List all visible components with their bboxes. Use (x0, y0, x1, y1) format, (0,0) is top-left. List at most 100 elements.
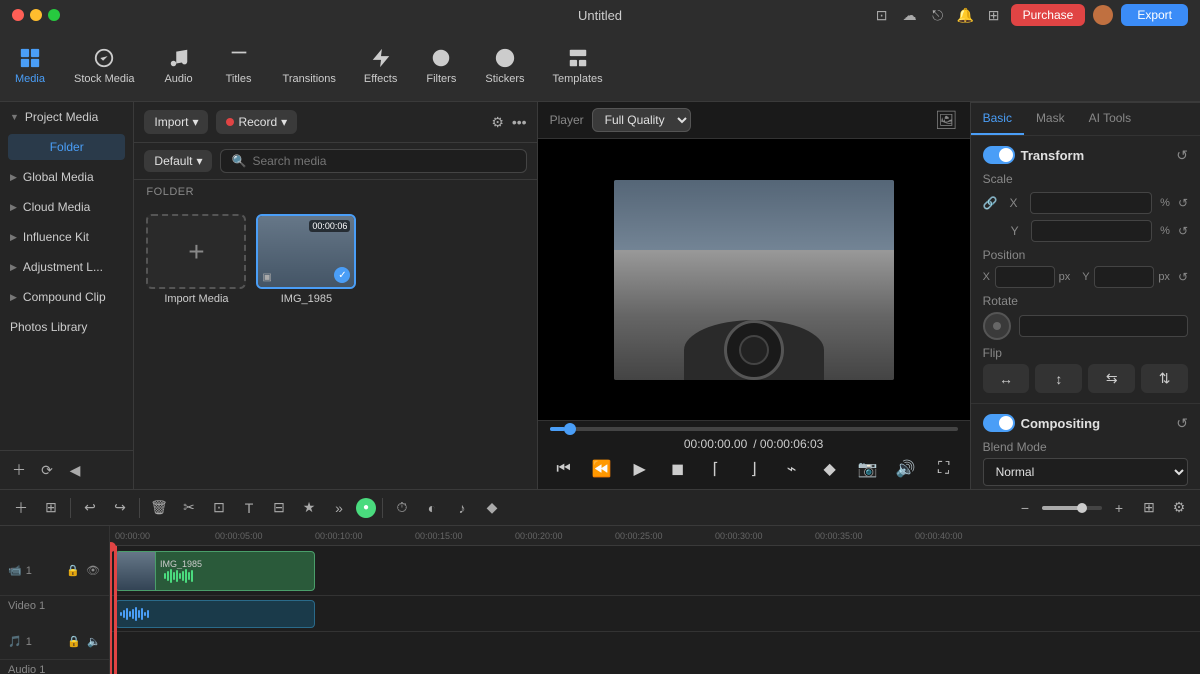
link-icon[interactable]: ⟳ (36, 459, 58, 481)
volume-button[interactable]: 🔊 (892, 455, 920, 483)
toolbar-item-filters[interactable]: Filters (411, 39, 471, 93)
more-icon[interactable]: ••• (512, 114, 527, 131)
bell-icon[interactable]: 🔔 (957, 6, 975, 24)
color-button[interactable]: ◐ (419, 495, 445, 521)
import-media-thumb[interactable]: + (146, 214, 246, 289)
plus-zoom-button[interactable]: + (1106, 495, 1132, 521)
quality-select[interactable]: Full Quality (592, 108, 691, 132)
pos-x-input[interactable]: 0.00 (995, 266, 1055, 288)
delete-button[interactable]: 🗑 (146, 495, 172, 521)
toolbar-item-transitions[interactable]: Transitions (269, 39, 350, 93)
subtab-basic[interactable]: Basic (971, 103, 1024, 135)
scale-x-input[interactable]: 100.00 (1030, 192, 1153, 214)
zoom-slider[interactable] (1042, 506, 1102, 510)
minimize-button[interactable] (30, 9, 42, 21)
keyframe-button[interactable]: ◆ (479, 495, 505, 521)
close-button[interactable] (12, 9, 24, 21)
record-timeline-button[interactable]: ● (356, 498, 376, 518)
compositing-toggle[interactable] (983, 414, 1015, 432)
apps-icon[interactable]: ⊞ (985, 6, 1003, 24)
export-button[interactable]: Export (1121, 4, 1188, 26)
flip-v-mirror-button[interactable]: ⇅ (1141, 364, 1188, 393)
lock-icon[interactable]: 🔒 (65, 563, 81, 579)
preview-timeline[interactable] (550, 427, 958, 431)
timeline-link-button[interactable]: ⊞ (38, 495, 64, 521)
text-button[interactable]: T (236, 495, 262, 521)
undo-button[interactable]: ↩ (77, 495, 103, 521)
toolbar-item-effects[interactable]: Effects (350, 39, 411, 93)
playhead[interactable] (110, 546, 112, 674)
rotate-input[interactable]: 0.00° (1019, 315, 1188, 337)
skip-back-button[interactable]: ⏮ (550, 455, 578, 483)
play-button[interactable]: ▶ (626, 455, 654, 483)
audio-button[interactable]: ♪ (449, 495, 475, 521)
share-icon[interactable]: ⎋ (929, 6, 947, 24)
split-button[interactable]: ⌁ (778, 455, 806, 483)
toolbar-item-stickers[interactable]: Stickers (471, 39, 538, 93)
crop-button[interactable]: ⊡ (206, 495, 232, 521)
cloud-save-icon[interactable]: ☁ (901, 6, 919, 24)
layout-button[interactable]: ⊞ (1136, 495, 1162, 521)
sidebar-item-compound-clip[interactable]: ▶ Compound Clip (0, 282, 133, 312)
sidebar-item-adjustment[interactable]: ▶ Adjustment L... (0, 252, 133, 282)
stop-button[interactable]: ◼ (664, 455, 692, 483)
video-thumb[interactable]: 00:00:06 ▣ ✓ (256, 214, 356, 289)
filter-icon[interactable]: ⚙ (491, 114, 504, 131)
sidebar-item-global-media[interactable]: ▶ Global Media (0, 162, 133, 192)
position-reset-icon[interactable]: ↺ (1178, 270, 1188, 284)
blend-mode-select[interactable]: Normal (983, 458, 1188, 486)
scale-y-input[interactable]: 100.00 (1031, 220, 1153, 242)
pos-y-input[interactable]: 0.00 (1094, 266, 1154, 288)
default-button[interactable]: Default ▾ (144, 150, 212, 172)
transform-toggle[interactable] (983, 146, 1015, 164)
record-button[interactable]: Record ▾ (216, 110, 297, 134)
audio-lock-icon[interactable]: 🔒 (66, 634, 82, 650)
timeline-add-button[interactable]: ＋ (8, 495, 34, 521)
flip-vertical-button[interactable]: ↕ (1035, 364, 1082, 393)
save-icon[interactable]: ⊡ (873, 6, 891, 24)
sidebar-item-cloud-media[interactable]: ▶ Cloud Media (0, 192, 133, 222)
scale-x-reset-icon[interactable]: ↺ (1178, 196, 1188, 210)
redo-button[interactable]: ↪ (107, 495, 133, 521)
photo-icon[interactable]: 🖼 (935, 110, 958, 131)
import-button[interactable]: Import ▾ (144, 110, 208, 134)
toolbar-item-templates[interactable]: Templates (538, 39, 616, 93)
add-marker-button[interactable]: ◆ (816, 455, 844, 483)
maximize-button[interactable] (48, 9, 60, 21)
audio-clip[interactable] (115, 600, 315, 628)
fullscreen-button[interactable]: ⛶ (930, 455, 958, 483)
sidebar-item-influence-kit[interactable]: ▶ Influence Kit (0, 222, 133, 252)
screenshot-button[interactable]: 📷 (854, 455, 882, 483)
mark-out-button[interactable]: ⌋ (740, 455, 768, 483)
rotate-dial[interactable] (983, 312, 1011, 340)
speed-button[interactable]: ⏱ (389, 495, 415, 521)
cut-button[interactable]: ✂ (176, 495, 202, 521)
flip-h-mirror-button[interactable]: ⇆ (1088, 364, 1135, 393)
sidebar-item-folder[interactable]: Folder (8, 134, 125, 160)
trim-button[interactable]: ⊟ (266, 495, 292, 521)
user-avatar[interactable] (1093, 5, 1113, 25)
video-clip[interactable]: IMG_1985 (115, 551, 315, 591)
add-folder-icon[interactable]: ＋ (8, 459, 30, 481)
frame-back-button[interactable]: ⏪ (588, 455, 616, 483)
search-input[interactable] (252, 154, 515, 168)
toolbar-item-stock-media[interactable]: Stock Media (60, 39, 149, 93)
sidebar-item-project-media[interactable]: ▼ Project Media (0, 102, 133, 132)
toolbar-item-media[interactable]: Media (0, 39, 60, 93)
collapse-icon[interactable]: ◀ (64, 459, 86, 481)
minus-zoom-button[interactable]: − (1012, 495, 1038, 521)
effect-button[interactable]: ★ (296, 495, 322, 521)
flip-horizontal-button[interactable]: ↔ (983, 364, 1030, 393)
settings-button[interactable]: ⚙ (1166, 495, 1192, 521)
toolbar-item-titles[interactable]: Titles (209, 39, 269, 93)
sidebar-item-photos-library[interactable]: Photos Library (0, 312, 133, 342)
subtab-ai-tools[interactable]: AI Tools (1077, 103, 1143, 135)
more-tools-button[interactable]: » (326, 495, 352, 521)
toolbar-item-audio[interactable]: Audio (149, 39, 209, 93)
scale-y-reset-icon[interactable]: ↺ (1178, 224, 1188, 238)
audio-mute-icon[interactable]: 🔈 (86, 634, 102, 650)
transform-reset-icon[interactable]: ↺ (1176, 147, 1188, 164)
subtab-mask[interactable]: Mask (1024, 103, 1077, 135)
eye-icon[interactable]: 👁 (85, 563, 101, 579)
compositing-reset-icon[interactable]: ↺ (1176, 415, 1188, 432)
